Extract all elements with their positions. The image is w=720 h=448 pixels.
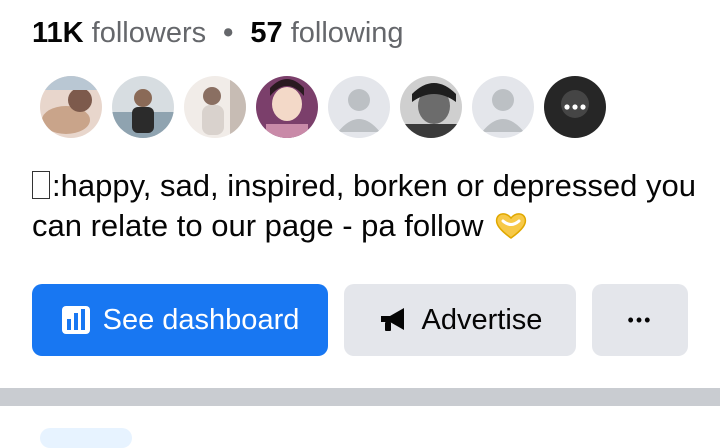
advertise-label: Advertise <box>421 303 543 336</box>
followers-label[interactable]: followers <box>92 17 206 49</box>
megaphone-icon <box>378 306 410 334</box>
follower-avatar[interactable] <box>256 76 318 138</box>
see-dashboard-label: See dashboard <box>102 303 300 336</box>
follow-stats: 11K followers • 57 following <box>32 14 404 52</box>
more-followers-avatar[interactable] <box>544 76 606 138</box>
more-options-button[interactable]: ••• <box>592 284 688 356</box>
follower-avatar[interactable] <box>40 76 102 138</box>
follower-avatar[interactable] <box>112 76 174 138</box>
page-bio: :happy, sad, inspired, borken or depress… <box>32 166 702 250</box>
bar-chart-icon <box>61 305 91 335</box>
stats-separator: • <box>223 17 234 49</box>
advertise-button[interactable]: Advertise <box>344 284 576 356</box>
follower-avatar[interactable] <box>184 76 246 138</box>
bio-text: :happy, sad, inspired, borken or depress… <box>32 168 696 243</box>
followers-count[interactable]: 11K <box>32 17 84 49</box>
following-label[interactable]: following <box>291 17 404 49</box>
follower-avatar-default[interactable] <box>328 76 390 138</box>
see-dashboard-button[interactable]: See dashboard <box>32 284 328 356</box>
more-options-label: ••• <box>627 309 653 330</box>
follower-avatar[interactable] <box>400 76 462 138</box>
section-divider <box>0 388 720 406</box>
yellow-heart-hands-icon <box>494 210 528 250</box>
next-section-chip[interactable] <box>40 428 132 448</box>
follower-avatar-default[interactable] <box>472 76 534 138</box>
missing-glyph-icon <box>32 171 50 199</box>
following-count[interactable]: 57 <box>250 17 282 49</box>
